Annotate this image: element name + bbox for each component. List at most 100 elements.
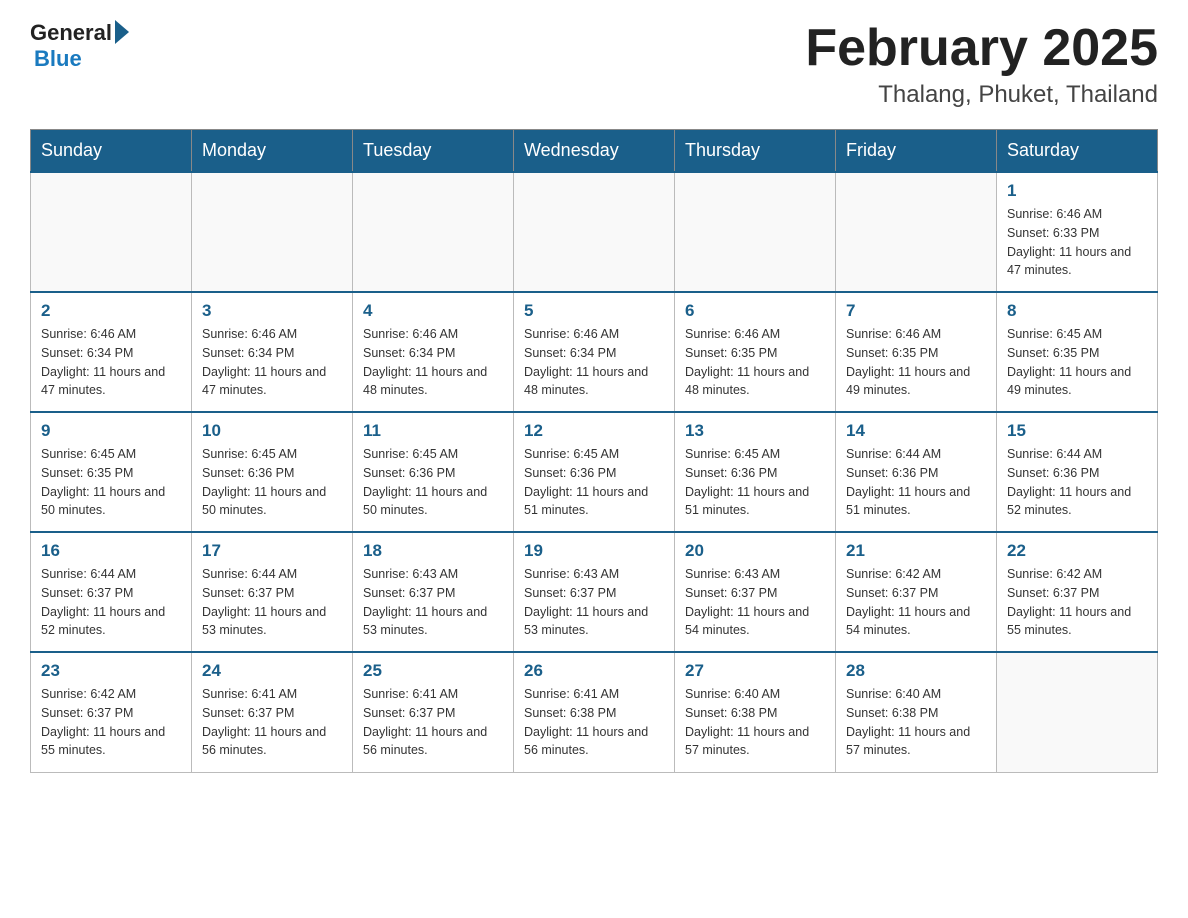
weekday-header-friday: Friday [836, 130, 997, 173]
day-info: Sunrise: 6:46 AMSunset: 6:34 PMDaylight:… [202, 325, 342, 400]
day-info: Sunrise: 6:40 AMSunset: 6:38 PMDaylight:… [846, 685, 986, 760]
calendar-cell: 14 Sunrise: 6:44 AMSunset: 6:36 PMDayligh… [836, 412, 997, 532]
day-info: Sunrise: 6:44 AMSunset: 6:37 PMDaylight:… [41, 565, 181, 640]
day-info: Sunrise: 6:45 AMSunset: 6:36 PMDaylight:… [363, 445, 503, 520]
day-info: Sunrise: 6:45 AMSunset: 6:36 PMDaylight:… [524, 445, 664, 520]
title-block: February 2025 Thalang, Phuket, Thailand [805, 20, 1158, 109]
calendar-cell: 12 Sunrise: 6:45 AMSunset: 6:36 PMDayligh… [514, 412, 675, 532]
location-title: Thalang, Phuket, Thailand [805, 81, 1158, 109]
day-number: 9 [41, 421, 181, 441]
day-number: 18 [363, 541, 503, 561]
day-number: 23 [41, 661, 181, 681]
day-info: Sunrise: 6:43 AMSunset: 6:37 PMDaylight:… [685, 565, 825, 640]
calendar-cell: 25Sunrise: 6:41 AMSunset: 6:37 PMDayligh… [353, 652, 514, 772]
day-info: Sunrise: 6:46 AMSunset: 6:33 PMDaylight:… [1007, 205, 1147, 280]
week-row-5: 23 Sunrise: 6:42 AMSunset: 6:37 PMDayligh… [31, 652, 1158, 772]
day-number: 7 [846, 301, 986, 321]
weekday-header-sunday: Sunday [31, 130, 192, 173]
calendar-cell: 20 Sunrise: 6:43 AMSunset: 6:37 PMDayligh… [675, 532, 836, 652]
calendar-cell [514, 172, 675, 292]
day-number: 28 [846, 661, 986, 681]
day-info: Sunrise: 6:45 AMSunset: 6:36 PMDaylight:… [685, 445, 825, 520]
day-info: Sunrise: 6:43 AMSunset: 6:37 PMDaylight:… [524, 565, 664, 640]
day-number: 5 [524, 301, 664, 321]
calendar-cell [997, 652, 1158, 772]
day-info: Sunrise: 6:43 AMSunset: 6:37 PMDaylight:… [363, 565, 503, 640]
day-number: 16 [41, 541, 181, 561]
day-number: 2 [41, 301, 181, 321]
calendar-cell [836, 172, 997, 292]
calendar-cell: 17 Sunrise: 6:44 AMSunset: 6:37 PMDayligh… [192, 532, 353, 652]
day-number: 14 [846, 421, 986, 441]
day-info: Sunrise: 6:45 AMSunset: 6:35 PMDaylight:… [1007, 325, 1147, 400]
day-number: 19 [524, 541, 664, 561]
day-info: Sunrise: 6:42 AMSunset: 6:37 PMDaylight:… [41, 685, 181, 760]
calendar-cell: 23 Sunrise: 6:42 AMSunset: 6:37 PMDayligh… [31, 652, 192, 772]
day-number: 26 [524, 661, 664, 681]
day-info: Sunrise: 6:42 AMSunset: 6:37 PMDaylight:… [1007, 565, 1147, 640]
weekday-header-monday: Monday [192, 130, 353, 173]
calendar-cell: 27 Sunrise: 6:40 AMSunset: 6:38 PMDayligh… [675, 652, 836, 772]
day-info: Sunrise: 6:46 AMSunset: 6:34 PMDaylight:… [41, 325, 181, 400]
day-info: Sunrise: 6:45 AMSunset: 6:35 PMDaylight:… [41, 445, 181, 520]
day-number: 22 [1007, 541, 1147, 561]
day-number: 8 [1007, 301, 1147, 321]
calendar-cell: 9 Sunrise: 6:45 AMSunset: 6:35 PMDaylight… [31, 412, 192, 532]
day-number: 27 [685, 661, 825, 681]
calendar-cell: 1 Sunrise: 6:46 AMSunset: 6:33 PMDaylight… [997, 172, 1158, 292]
day-info: Sunrise: 6:46 AMSunset: 6:35 PMDaylight:… [846, 325, 986, 400]
month-title: February 2025 [805, 20, 1158, 77]
calendar-table: SundayMondayTuesdayWednesdayThursdayFrid… [30, 129, 1158, 773]
calendar-cell: 15Sunrise: 6:44 AMSunset: 6:36 PMDayligh… [997, 412, 1158, 532]
calendar-cell: 11 Sunrise: 6:45 AMSunset: 6:36 PMDayligh… [353, 412, 514, 532]
calendar-cell [31, 172, 192, 292]
weekday-header-thursday: Thursday [675, 130, 836, 173]
calendar-cell [675, 172, 836, 292]
weekday-header-wednesday: Wednesday [514, 130, 675, 173]
calendar-cell: 21 Sunrise: 6:42 AMSunset: 6:37 PMDayligh… [836, 532, 997, 652]
day-info: Sunrise: 6:44 AMSunset: 6:37 PMDaylight:… [202, 565, 342, 640]
day-info: Sunrise: 6:44 AMSunset: 6:36 PMDaylight:… [846, 445, 986, 520]
day-number: 21 [846, 541, 986, 561]
day-number: 1 [1007, 181, 1147, 201]
calendar-cell: 16 Sunrise: 6:44 AMSunset: 6:37 PMDayligh… [31, 532, 192, 652]
day-info: Sunrise: 6:42 AMSunset: 6:37 PMDaylight:… [846, 565, 986, 640]
day-info: Sunrise: 6:46 AMSunset: 6:35 PMDaylight:… [685, 325, 825, 400]
logo-general-text: General [30, 20, 112, 46]
calendar-cell: 18 Sunrise: 6:43 AMSunset: 6:37 PMDayligh… [353, 532, 514, 652]
week-row-1: 1 Sunrise: 6:46 AMSunset: 6:33 PMDaylight… [31, 172, 1158, 292]
week-row-2: 2 Sunrise: 6:46 AMSunset: 6:34 PMDaylight… [31, 292, 1158, 412]
calendar-cell: 3 Sunrise: 6:46 AMSunset: 6:34 PMDaylight… [192, 292, 353, 412]
calendar-cell: 5Sunrise: 6:46 AMSunset: 6:34 PMDaylight… [514, 292, 675, 412]
day-number: 12 [524, 421, 664, 441]
calendar-cell: 24 Sunrise: 6:41 AMSunset: 6:37 PMDayligh… [192, 652, 353, 772]
day-number: 24 [202, 661, 342, 681]
day-number: 11 [363, 421, 503, 441]
day-info: Sunrise: 6:40 AMSunset: 6:38 PMDaylight:… [685, 685, 825, 760]
weekday-header-row: SundayMondayTuesdayWednesdayThursdayFrid… [31, 130, 1158, 173]
day-number: 17 [202, 541, 342, 561]
calendar-cell: 26 Sunrise: 6:41 AMSunset: 6:38 PMDayligh… [514, 652, 675, 772]
day-info: Sunrise: 6:41 AMSunset: 6:38 PMDaylight:… [524, 685, 664, 760]
day-info: Sunrise: 6:41 AMSunset: 6:37 PMDaylight:… [202, 685, 342, 760]
calendar-cell: 7 Sunrise: 6:46 AMSunset: 6:35 PMDaylight… [836, 292, 997, 412]
calendar-cell: 4Sunrise: 6:46 AMSunset: 6:34 PMDaylight… [353, 292, 514, 412]
day-number: 20 [685, 541, 825, 561]
day-info: Sunrise: 6:41 AMSunset: 6:37 PMDaylight:… [363, 685, 503, 760]
logo-blue-text: Blue [34, 46, 82, 72]
calendar-cell [192, 172, 353, 292]
day-number: 3 [202, 301, 342, 321]
logo: General Blue [30, 20, 129, 72]
day-number: 13 [685, 421, 825, 441]
day-info: Sunrise: 6:44 AMSunset: 6:36 PMDaylight:… [1007, 445, 1147, 520]
logo-arrow-icon [115, 20, 129, 44]
day-number: 10 [202, 421, 342, 441]
day-number: 6 [685, 301, 825, 321]
week-row-4: 16 Sunrise: 6:44 AMSunset: 6:37 PMDayligh… [31, 532, 1158, 652]
day-info: Sunrise: 6:45 AMSunset: 6:36 PMDaylight:… [202, 445, 342, 520]
calendar-cell: 13 Sunrise: 6:45 AMSunset: 6:36 PMDayligh… [675, 412, 836, 532]
weekday-header-tuesday: Tuesday [353, 130, 514, 173]
page-header: General Blue February 2025 Thalang, Phuk… [30, 20, 1158, 109]
day-number: 4 [363, 301, 503, 321]
calendar-cell: 8 Sunrise: 6:45 AMSunset: 6:35 PMDaylight… [997, 292, 1158, 412]
